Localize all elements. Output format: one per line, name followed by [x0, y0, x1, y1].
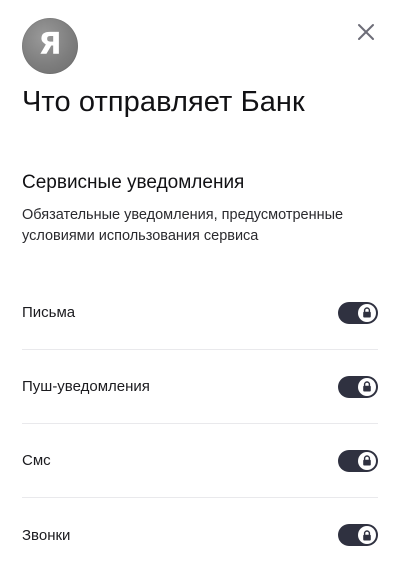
close-icon-glyph	[358, 24, 374, 40]
notification-row-letters: Письма	[22, 276, 378, 350]
close-icon[interactable]	[352, 18, 380, 46]
notification-label: Звонки	[22, 526, 71, 544]
logo-letter: Я	[38, 27, 62, 62]
push-toggle[interactable]	[338, 375, 378, 398]
section-title: Сервисные уведомления	[22, 172, 245, 193]
toggle-knob	[358, 377, 376, 396]
page-title: Что отправляет Банк	[22, 86, 305, 118]
notification-row-push: Пуш-уведомления	[22, 350, 378, 424]
toggle-knob	[358, 526, 376, 544]
lock-icon	[362, 529, 372, 541]
notification-list: Письма Пуш-уведомления Смс Звонки	[22, 276, 378, 572]
notification-row-calls: Звонки	[22, 498, 378, 572]
lock-icon	[362, 307, 372, 318]
yandex-logo: Я	[22, 18, 78, 74]
notification-row-sms: Смс	[22, 424, 378, 498]
notification-label: Письма	[22, 304, 76, 321]
calls-toggle[interactable]	[338, 524, 378, 546]
lock-icon	[362, 381, 372, 392]
toggle-knob	[358, 451, 376, 470]
lock-icon	[362, 455, 372, 466]
section-description: Обязательные уведомления, предусмотренны…	[22, 207, 344, 244]
notification-label: Пуш-уведомления	[22, 378, 150, 395]
notification-label: Смс	[22, 452, 51, 469]
toggle-knob	[358, 303, 376, 322]
sms-toggle[interactable]	[338, 449, 378, 472]
letters-toggle[interactable]	[338, 301, 378, 324]
